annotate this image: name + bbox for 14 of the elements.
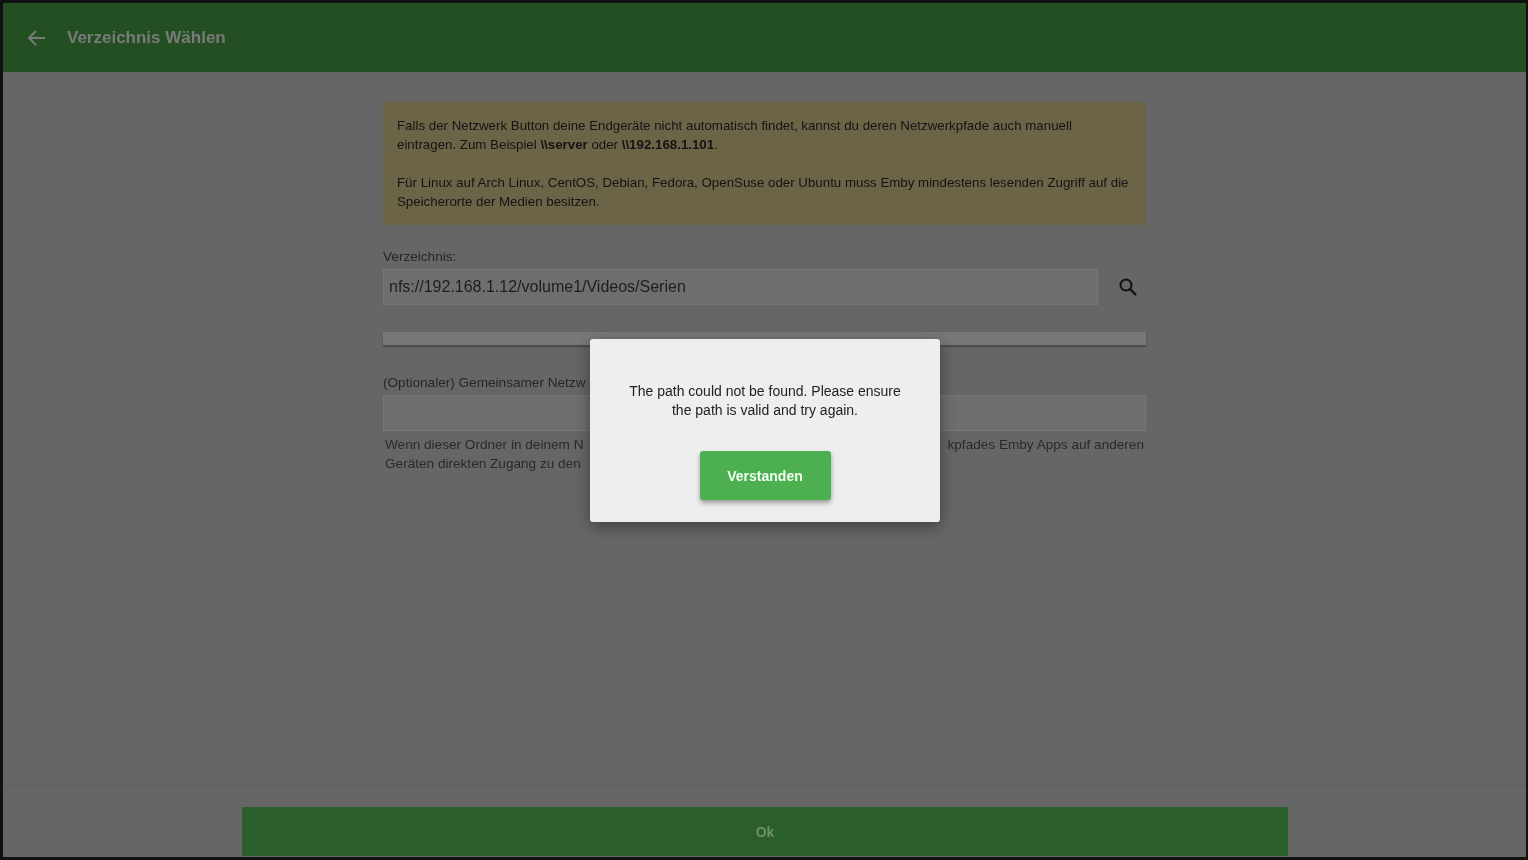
help-text: Geräten direkten Zugang zu den (385, 455, 582, 473)
help-text: Wenn dieser Ordner in deinem N (385, 436, 584, 454)
field-label: Verzeichnis: (383, 249, 458, 264)
notice-paragraph: Für Linux auf Arch Linux, CentOS, Debian, Fedora, OpenSuse oder Ubuntu muss Emby mindestens lesenden Zugriff auf die Speicherorte der Medien besitzen. (397, 174, 1130, 211)
confirm-button[interactable]: Verstanden (699, 451, 831, 500)
help-text: kpfades Emby Apps auf anderen (947, 436, 1144, 454)
ok-button[interactable]: Ok (242, 807, 1288, 856)
notice-paragraph: Falls der Netzwerk Button deine Endgeräte nicht automatisch findet, kannst du deren Netzwerkpfade auch manuell eintragen. Zum Beispiel \\server oder \\192.168.1.101. (397, 117, 1073, 154)
search-icon (1119, 278, 1137, 296)
back-arrow-icon (27, 27, 47, 48)
directory-input[interactable]: nfs://192.168.1.12/volume1/Videos/Serien (383, 269, 1098, 305)
page-title: Verzeichnis Wählen (67, 27, 226, 48)
dialog-message: The path could not be found. Please ensure the path is valid and try again. (628, 382, 902, 420)
field-label: (Optionaler) Gemeinsamer Netzw (383, 375, 587, 390)
